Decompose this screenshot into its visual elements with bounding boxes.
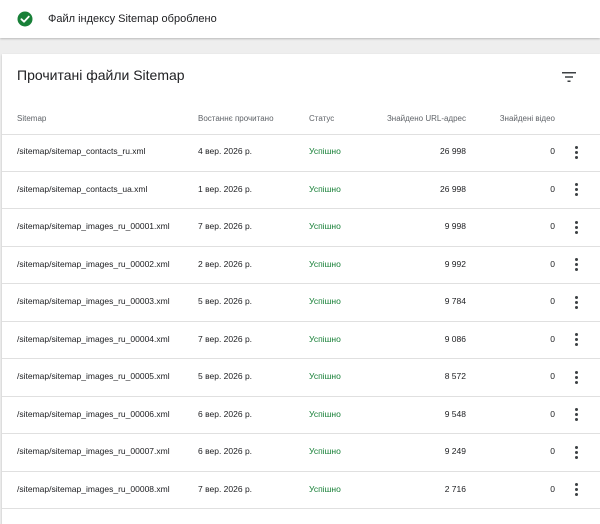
last-read-date: 7 вер. 2026 р. (198, 483, 253, 494)
urls-count: 9 784 (444, 296, 466, 306)
more-vertical-icon[interactable] (570, 331, 582, 349)
sitemap-path: /sitemap/sitemap_images_ru_00008.xml (17, 483, 170, 494)
status-text: Успішно (309, 146, 341, 156)
last-read-date: 7 вер. 2026 р. (198, 221, 253, 231)
urls-count: 9 998 (444, 221, 466, 231)
status-text: Успішно (309, 371, 341, 381)
more-vertical-icon[interactable] (570, 218, 582, 236)
table-body: /sitemap/sitemap_contacts_ru.xml 4 вер. … (2, 134, 600, 509)
status-text: Успішно (309, 258, 341, 269)
sitemap-path: /sitemap/sitemap_contacts_ua.xml (17, 183, 148, 194)
status-text: Успішно (309, 333, 341, 344)
column-header-last-read[interactable]: Востаннє прочитано (198, 114, 274, 123)
check-circle-icon (17, 11, 33, 27)
more-vertical-icon[interactable] (570, 181, 582, 199)
last-read-date: 4 вер. 2026 р. (198, 146, 253, 156)
last-read-date: 5 вер. 2026 р. (198, 371, 253, 381)
column-header-sitemap[interactable]: Sitemap (17, 114, 46, 123)
last-read-date: 2 вер. 2026 р. (198, 258, 253, 269)
sitemaps-card: Прочитані файли Sitemap Sitemap Востаннє… (2, 54, 600, 524)
videos-count: 0 (550, 146, 555, 156)
videos-count: 0 (550, 296, 555, 306)
videos-count: 0 (550, 371, 555, 381)
sitemap-path: /sitemap/sitemap_images_ru_00006.xml (17, 408, 170, 419)
last-read-date: 6 вер. 2026 р. (198, 408, 253, 419)
sitemap-path: /sitemap/sitemap_images_ru_00003.xml (17, 296, 170, 306)
videos-count: 0 (550, 183, 555, 194)
videos-count: 0 (550, 483, 555, 494)
status-text: Успішно (309, 483, 341, 494)
more-vertical-icon[interactable] (570, 481, 582, 499)
column-header-urls[interactable]: Знайдено URL-адрес (387, 114, 466, 123)
sitemap-path: /sitemap/sitemap_images_ru_00002.xml (17, 258, 170, 269)
urls-count: 2 716 (444, 483, 466, 494)
last-read-date: 5 вер. 2026 р. (198, 296, 253, 306)
status-text: Успішно (309, 221, 341, 231)
table-header: Sitemap Востаннє прочитано Статус Знайде… (2, 106, 600, 135)
filter-icon (562, 72, 576, 82)
videos-count: 0 (550, 408, 555, 419)
more-vertical-icon[interactable] (570, 443, 582, 461)
column-header-status[interactable]: Статус (309, 114, 334, 123)
success-banner: Файл індексу Sitemap оброблено (0, 0, 600, 38)
last-read-date: 1 вер. 2026 р. (198, 183, 253, 194)
urls-count: 8 572 (444, 371, 466, 381)
urls-count: 9 992 (444, 258, 466, 269)
table-row[interactable]: /sitemap/sitemap_contacts_ru.xml 4 вер. … (2, 134, 600, 172)
table-row[interactable]: /sitemap/sitemap_images_ru_00005.xml 5 в… (2, 359, 600, 397)
videos-count: 0 (550, 446, 555, 456)
table-row[interactable]: /sitemap/sitemap_images_ru_00007.xml 6 в… (2, 434, 600, 472)
sitemap-path: /sitemap/sitemap_images_ru_00001.xml (17, 221, 170, 231)
more-vertical-icon[interactable] (570, 293, 582, 311)
status-text: Успішно (309, 183, 341, 194)
status-text: Успішно (309, 408, 341, 419)
urls-count: 9 086 (444, 333, 466, 344)
filter-button[interactable] (558, 66, 580, 88)
status-text: Успішно (309, 446, 341, 456)
urls-count: 9 249 (444, 446, 466, 456)
table-row[interactable]: /sitemap/sitemap_images_ru_00004.xml 7 в… (2, 322, 600, 359)
table-row[interactable]: /sitemap/sitemap_images_ru_00008.xml 7 в… (2, 472, 600, 509)
sitemap-path: /sitemap/sitemap_contacts_ru.xml (17, 146, 146, 156)
more-vertical-icon[interactable] (570, 143, 582, 161)
table-row[interactable]: /sitemap/sitemap_images_ru_00003.xml 5 в… (2, 284, 600, 322)
status-text: Успішно (309, 296, 341, 306)
last-read-date: 6 вер. 2026 р. (198, 446, 253, 456)
last-read-date: 7 вер. 2026 р. (198, 333, 253, 344)
urls-count: 26 998 (440, 146, 466, 156)
more-vertical-icon[interactable] (570, 368, 582, 386)
sitemap-path: /sitemap/sitemap_images_ru_00004.xml (17, 333, 170, 344)
videos-count: 0 (550, 333, 555, 344)
column-header-videos[interactable]: Знайдені відео (500, 114, 555, 123)
table-row[interactable]: /sitemap/sitemap_images_ru_00001.xml 7 в… (2, 209, 600, 247)
videos-count: 0 (550, 258, 555, 269)
more-vertical-icon[interactable] (570, 256, 582, 274)
sitemap-path: /sitemap/sitemap_images_ru_00007.xml (17, 446, 170, 456)
banner-message: Файл індексу Sitemap оброблено (48, 13, 217, 25)
table-row[interactable]: /sitemap/sitemap_contacts_ua.xml 1 вер. … (2, 172, 600, 209)
videos-count: 0 (550, 221, 555, 231)
sitemap-path: /sitemap/sitemap_images_ru_00005.xml (17, 371, 170, 381)
card-title: Прочитані файли Sitemap (17, 67, 185, 83)
table-row[interactable]: /sitemap/sitemap_images_ru_00002.xml 2 в… (2, 247, 600, 284)
urls-count: 26 998 (440, 183, 466, 194)
table-row[interactable]: /sitemap/sitemap_images_ru_00006.xml 6 в… (2, 397, 600, 434)
more-vertical-icon[interactable] (570, 406, 582, 424)
urls-count: 9 548 (444, 408, 466, 419)
